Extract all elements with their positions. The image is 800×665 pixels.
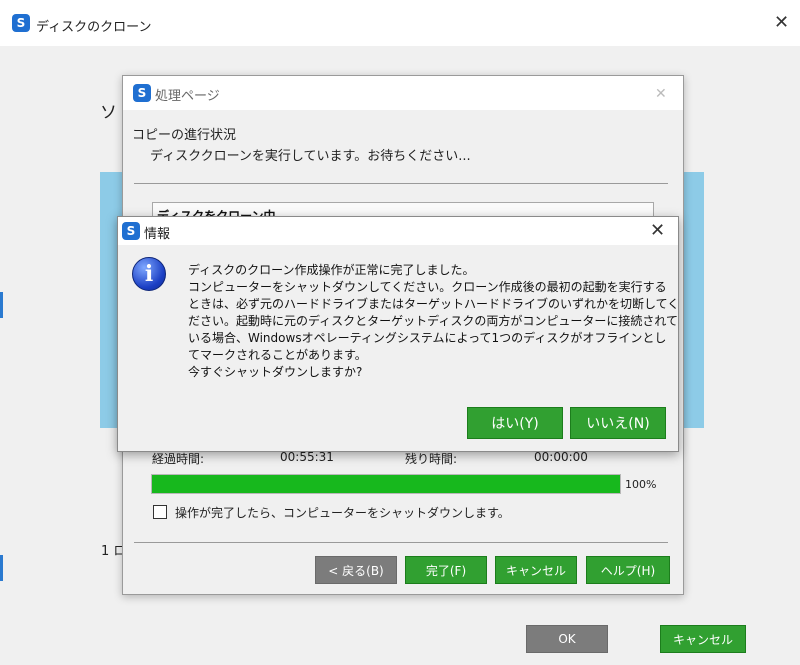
elapsed-label: 経過時間: [152, 452, 205, 466]
process-dialog-title: 処理ページ [155, 89, 220, 104]
progress-bar [151, 474, 621, 494]
outer-blue-panel-right [682, 172, 704, 428]
app-logo-icon: S [133, 84, 151, 102]
progress-percent: 100% [625, 478, 657, 491]
process-close-icon[interactable]: ✕ [655, 85, 667, 103]
no-button[interactable]: いいえ(N) [570, 407, 666, 439]
app-logo-icon: S [12, 14, 30, 32]
edge-marker [0, 555, 3, 581]
info-message-line: 今すぐシャットダウンしますか? [188, 365, 363, 379]
remaining-label: 残り時間: [405, 452, 458, 466]
remaining-value: 00:00:00 [534, 450, 588, 464]
yes-button[interactable]: はい(Y) [467, 407, 563, 439]
info-icon: i [132, 257, 166, 291]
outer-window-title: ディスクのクローン [36, 20, 152, 35]
outer-close-icon[interactable]: ✕ [774, 14, 789, 32]
info-message-line: ださい。起動時に元のディスクとターゲットディスクの両方がコンピューターに接続され… [188, 314, 678, 328]
info-message-line: ときは、必ず元のハードドライブまたはターゲットハードドライブのいずれかを切断して… [188, 297, 680, 311]
edge-marker [0, 292, 3, 318]
info-dialog: S 情報 ✕ i ディスクのクローン作成操作が正常に完了しました。 コンピュータ… [117, 216, 679, 452]
outer-ok-button[interactable]: OK [526, 625, 608, 653]
info-titlebar: S 情報 ✕ [118, 217, 678, 245]
finish-button[interactable]: 完了(F) [405, 556, 487, 584]
info-message-line: コンピューターをシャットダウンしてください。クローン作成後の最初の起動を実行する [188, 280, 667, 294]
back-button[interactable]: < 戻る(B) [315, 556, 397, 584]
shutdown-checkbox[interactable] [153, 505, 167, 519]
divider [134, 183, 668, 184]
outer-left-glyph: ソ [100, 103, 117, 123]
info-message-line: ディスクのクローン作成操作が正常に完了しました。 [188, 263, 475, 277]
info-message-line: てマークされることがあります。 [188, 348, 367, 362]
outer-titlebar: S ディスクのクローン ✕ [0, 0, 800, 46]
process-titlebar: S 処理ページ ✕ [123, 76, 683, 110]
cancel-button[interactable]: キャンセル [495, 556, 577, 584]
progress-bar-fill [152, 475, 620, 493]
divider [134, 542, 668, 543]
process-subheading: ディスククローンを実行しています。お待ちください... [150, 149, 471, 164]
outer-cancel-button[interactable]: キャンセル [660, 625, 746, 653]
info-message-line: いる場合、Windowsオペレーティングシステムによって1つのディスクがオフライ… [188, 331, 667, 345]
shutdown-checkbox-label: 操作が完了したら、コンピューターをシャットダウンします。 [175, 506, 510, 520]
elapsed-value: 00:55:31 [280, 450, 334, 464]
info-close-icon[interactable]: ✕ [650, 222, 665, 240]
process-heading: コピーの進行状況 [132, 128, 237, 143]
info-dialog-title: 情報 [144, 227, 171, 242]
help-button[interactable]: ヘルプ(H) [586, 556, 670, 584]
app-logo-icon: S [122, 222, 140, 240]
